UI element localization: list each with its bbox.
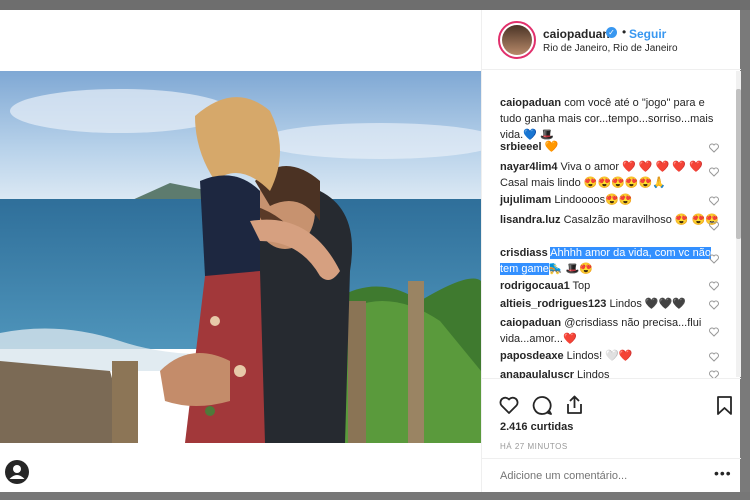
comment-item: paposdeaxe Lindos! 🤍❤️	[500, 348, 720, 364]
comment-item: caiopaduan @crisdiass não precisa...flui…	[500, 315, 720, 347]
comment-text: Lindos! 🤍❤️	[566, 350, 633, 362]
post-actions: 2.416 curtidas HÁ 27 MINUTOS	[482, 378, 741, 451]
post-photo[interactable]	[0, 71, 481, 443]
comment-item: altieis_rodrigues123 Lindos 🖤🖤🖤	[500, 296, 720, 312]
share-icon[interactable]	[564, 394, 585, 416]
comment-caption: caiopaduan com você até o "jogo" para e …	[500, 95, 720, 143]
add-comment-input[interactable]	[500, 467, 680, 485]
post-header: caiopaduan ✓ • Seguir Rio de Janeiro, Ri…	[482, 10, 741, 70]
bookmark-icon[interactable]	[716, 395, 733, 416]
like-comment-heart-icon[interactable]	[709, 281, 719, 291]
comment-text: Casalzão maravilhoso 😍 😍😍	[563, 214, 720, 226]
comment-item: crisdiass Ahhhh amor da vida, com vc não…	[500, 245, 720, 277]
comment-item: nayar4lim4 Viva o amor ❤️ ❤️ ❤️ ❤️ ❤️ Ca…	[500, 159, 720, 191]
like-comment-heart-icon[interactable]	[709, 327, 719, 337]
post-side-panel: caiopaduan ✓ • Seguir Rio de Janeiro, Ri…	[481, 10, 741, 492]
avatar[interactable]	[498, 21, 536, 59]
comment-username[interactable]: jujulimam	[500, 194, 551, 206]
comment-username[interactable]: anapaulaluscr	[500, 369, 574, 378]
separator-dot: •	[622, 25, 627, 39]
likes-count[interactable]: 2.416 curtidas	[500, 421, 573, 433]
comment-username[interactable]: caiopaduan	[500, 97, 561, 109]
comment-item: srbieeel 🧡	[500, 139, 720, 155]
scrollbar-thumb[interactable]	[736, 89, 741, 239]
like-comment-heart-icon[interactable]	[709, 143, 719, 153]
comment-text: 🧡	[544, 141, 559, 153]
profile-icon[interactable]	[5, 460, 29, 484]
comments-scrollbar[interactable]	[736, 71, 741, 377]
comment-text: Lindos 🖤🖤🖤	[609, 298, 687, 310]
like-comment-heart-icon[interactable]	[709, 196, 719, 206]
post-timestamp: HÁ 27 MINUTOS	[500, 442, 568, 451]
comment-item: lisandra.luz Casalzão maravilhoso 😍 😍😍	[500, 212, 720, 228]
like-comment-heart-icon[interactable]	[709, 221, 719, 231]
like-comment-heart-icon[interactable]	[709, 370, 719, 378]
comment-username[interactable]: srbieeel	[500, 141, 542, 153]
follow-button[interactable]: Seguir	[629, 27, 666, 41]
like-comment-heart-icon[interactable]	[709, 300, 719, 310]
comment-item: anapaulaluscr Lindos	[500, 367, 720, 378]
comment-text: Top	[572, 280, 591, 292]
comment-username[interactable]: crisdiass	[500, 247, 548, 259]
comment-text: 🛼 🎩😍	[548, 263, 594, 275]
user-silhouette-icon	[9, 465, 25, 479]
comment-username[interactable]: caiopaduan	[500, 317, 561, 329]
post-username[interactable]: caiopaduan	[543, 27, 610, 41]
post-location[interactable]: Rio de Janeiro, Rio de Janeiro	[543, 43, 678, 54]
verified-badge-icon: ✓	[606, 27, 617, 38]
comment-item: jujulimam Lindoooos😍😍	[500, 192, 720, 208]
like-heart-icon[interactable]	[499, 395, 519, 415]
comment-text: Lindoooos😍😍	[554, 194, 633, 206]
comments-list[interactable]: caiopaduan com você até o "jogo" para e …	[482, 71, 741, 378]
like-comment-heart-icon[interactable]	[709, 254, 719, 264]
comment-username[interactable]: altieis_rodrigues123	[500, 298, 606, 310]
add-comment-bar: •••	[482, 458, 741, 492]
comment-item: rodrigocaua1 Top	[500, 278, 720, 294]
comment-bubble-icon[interactable]	[532, 395, 553, 416]
comment-username[interactable]: lisandra.luz	[500, 214, 561, 226]
comment-username[interactable]: paposdeaxe	[500, 350, 564, 362]
comment-username[interactable]: rodrigocaua1	[500, 280, 570, 292]
comment-text: Lindos	[577, 369, 610, 378]
background-strip-top	[0, 0, 750, 10]
more-options-button[interactable]: •••	[714, 465, 732, 481]
like-comment-heart-icon[interactable]	[709, 167, 719, 177]
photo-image	[0, 71, 481, 443]
like-comment-heart-icon[interactable]	[709, 352, 719, 362]
comment-username[interactable]: nayar4lim4	[500, 161, 557, 173]
post-modal: caiopaduan ✓ • Seguir Rio de Janeiro, Ri…	[0, 10, 741, 492]
background-strip-bottom	[0, 492, 750, 500]
